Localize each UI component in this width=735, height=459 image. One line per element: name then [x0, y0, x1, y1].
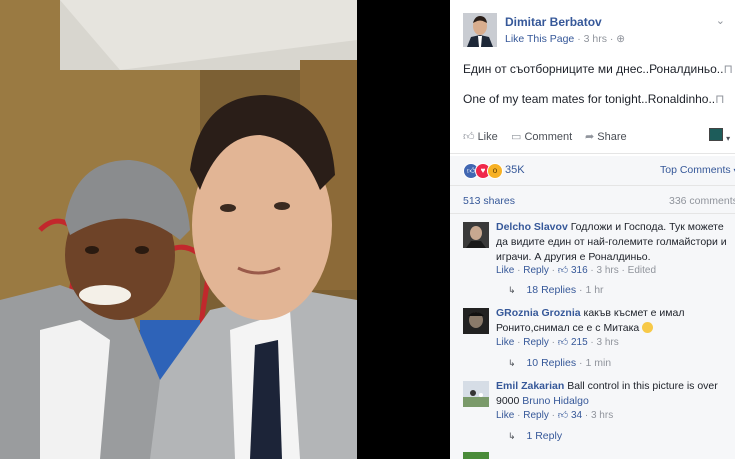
comment-time[interactable]: 3 hrs	[597, 265, 619, 276]
comment-time[interactable]: 3 hrs	[597, 337, 619, 348]
post-time[interactable]: 3 hrs	[584, 33, 607, 45]
commenter-avatar[interactable]	[463, 308, 489, 334]
reply-arrow-icon: ↳	[508, 285, 516, 295]
post-photo[interactable]	[0, 0, 357, 459]
post-meta: Like This Page · 3 hrs · ⊕	[505, 33, 625, 45]
comment-like-link[interactable]: Like	[496, 265, 514, 276]
chevron-down-icon: ▾	[726, 134, 731, 143]
post-text-english: One of my team mates for tonight..Ronald…	[463, 92, 725, 106]
comment-body: GRoznia Groznia какъв късмет е имал Рони…	[496, 306, 735, 336]
comment-like-link[interactable]: Like	[496, 337, 514, 348]
replies-time: 1 min	[585, 357, 612, 369]
author-name[interactable]: Dimitar Berbatov	[505, 15, 602, 29]
top-comments-label: Top Comments	[660, 164, 731, 176]
comment-reply-link[interactable]: Reply	[523, 410, 549, 421]
globe-icon: ⊕	[616, 33, 626, 45]
replies-count: 1 Reply	[526, 430, 563, 442]
top-comments-dropdown[interactable]: Top Comments ▾	[660, 164, 735, 176]
commenter-avatar[interactable]	[463, 381, 489, 407]
comment-actions: Like · Reply · 👍︎ 34 · 3 hrs	[496, 409, 613, 421]
shares-count[interactable]: 513 shares	[463, 195, 515, 207]
text-glyph: ⊓	[723, 62, 733, 76]
share-arrow-icon: ➦	[585, 131, 595, 143]
divider	[450, 213, 735, 214]
share-button[interactable]: ➦ Share	[585, 130, 627, 143]
reply-arrow-icon: ↳	[508, 358, 516, 368]
divider	[450, 185, 735, 186]
comment-author[interactable]: Delcho Slavov	[496, 221, 568, 233]
comment-author[interactable]: Emil Zakarian	[496, 380, 564, 392]
view-replies[interactable]: ↳ 1 Reply	[508, 430, 562, 442]
comment-mention[interactable]: Bruno Hidalgo	[522, 395, 589, 407]
text-glyph: ⊓	[715, 92, 725, 106]
smile-emoji-icon	[642, 322, 654, 333]
comment-reply-link[interactable]: Reply	[523, 337, 549, 348]
like-label: Like	[477, 131, 498, 143]
comment-label: Comment	[524, 131, 573, 143]
post-details-panel: Dimitar Berbatov Like This Page · 3 hrs …	[450, 0, 735, 459]
wow-reaction-icon: o	[487, 163, 503, 179]
thumb-up-icon: 👍︎	[557, 410, 569, 421]
divider	[450, 153, 735, 154]
like-button[interactable]: 👍︎ Like	[463, 130, 498, 143]
next-commenter-avatar[interactable]	[463, 452, 489, 459]
reaction-count[interactable]: 35K	[505, 164, 525, 176]
post-text-en: One of my team mates for tonight..Ronald…	[463, 92, 716, 106]
chevron-down-icon[interactable]: ⌄	[716, 14, 725, 27]
share-label: Share	[597, 131, 627, 143]
comment-reply-link[interactable]: Reply	[523, 265, 549, 276]
view-replies[interactable]: ↳ 18 Replies · 1 hr	[508, 284, 604, 296]
comment-time[interactable]: 3 hrs	[591, 410, 613, 421]
page-selector[interactable]: ▾	[709, 128, 730, 144]
replies-count: 10 Replies	[526, 357, 577, 369]
thumb-up-icon: 👍︎	[557, 337, 569, 348]
comment-actions: Like · Reply · 👍︎ 215 · 3 hrs	[496, 336, 619, 348]
author-avatar[interactable]	[463, 13, 497, 47]
thumb-up-icon: 👍︎	[557, 265, 569, 276]
comment-button[interactable]: ▭ Comment	[511, 130, 572, 143]
commenter-avatar[interactable]	[463, 222, 489, 248]
photo-viewer-gap	[357, 0, 450, 459]
thumb-up-icon: 👍︎	[463, 131, 475, 143]
selfie-illustration	[0, 0, 357, 459]
comment-body: Delcho Slavov Годложи и Господа. Тук мож…	[496, 220, 735, 265]
comment-actions: Like · Reply · 👍︎ 316 · 3 hrs · Edited	[496, 264, 656, 276]
view-replies[interactable]: ↳ 10 Replies · 1 min	[508, 357, 611, 369]
comment-edited[interactable]: Edited	[628, 265, 656, 276]
page-avatar-icon	[709, 128, 723, 141]
comment-like-count[interactable]: 316	[571, 265, 588, 276]
comment-like-count[interactable]: 215	[571, 337, 588, 348]
post-text-bg: Един от съотборниците ми днес..Роналдинь…	[463, 62, 724, 76]
comment-like-count[interactable]: 34	[571, 410, 582, 421]
like-page-link[interactable]: Like This Page	[505, 33, 574, 45]
comment-body: Emil Zakarian Ball control in this pictu…	[496, 379, 735, 409]
post-actions: 👍︎ Like ▭ Comment ➦ Share ▾	[463, 128, 735, 146]
comments-count[interactable]: 336 comments	[669, 195, 735, 207]
comment-like-link[interactable]: Like	[496, 410, 514, 421]
reply-arrow-icon: ↳	[508, 431, 516, 441]
comment-author[interactable]: GRoznia Groznia	[496, 307, 581, 319]
post-text-bulgarian: Един от съотборниците ми днес..Роналдинь…	[463, 62, 733, 76]
replies-count: 18 Replies	[526, 284, 577, 296]
replies-time: 1 hr	[585, 284, 604, 296]
comment-icon: ▭	[511, 131, 522, 143]
